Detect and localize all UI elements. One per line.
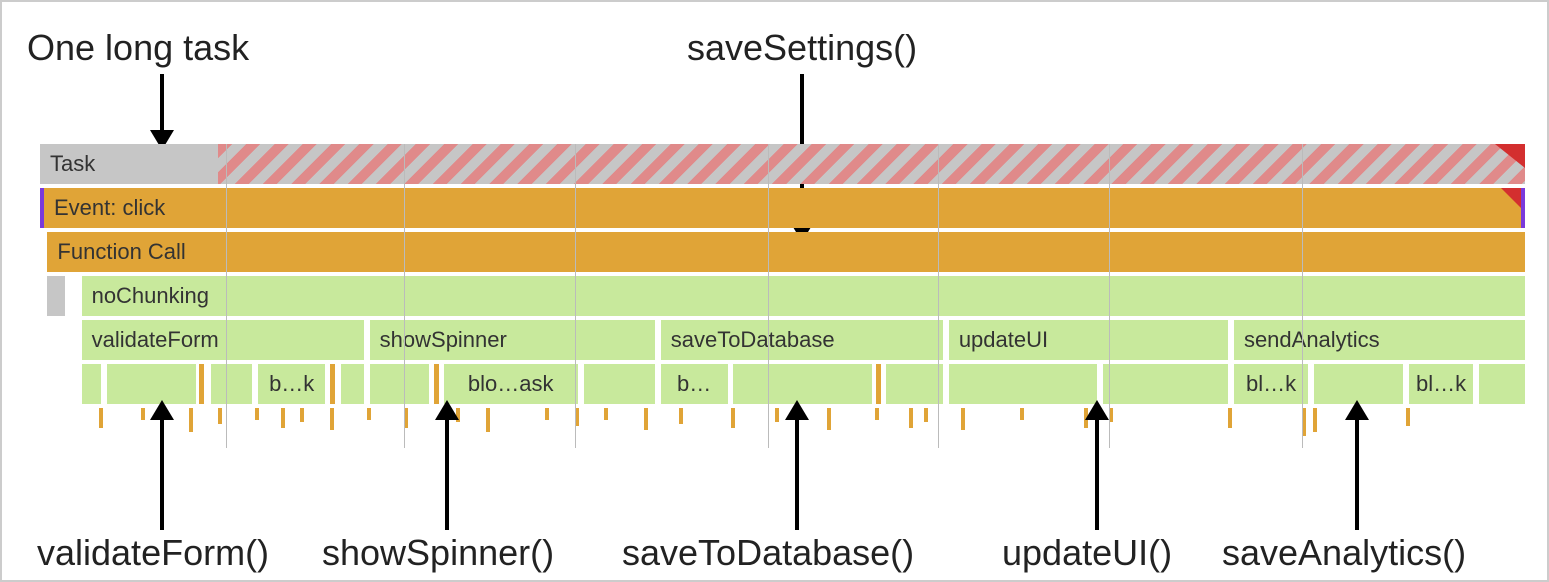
show-spinner-bar: showSpinner: [370, 320, 655, 360]
task-corner-marker: [1495, 144, 1525, 168]
diagram-canvas: One long task saveSettings() Task Ev: [2, 2, 1547, 580]
task-bar-gray: Task: [40, 144, 218, 184]
no-chunking-label: noChunking: [92, 283, 209, 309]
validate-form-bar: validateForm: [82, 320, 364, 360]
label-save-analytics: saveAnalytics(): [1222, 532, 1466, 574]
label-validate-form: validateForm(): [37, 532, 269, 574]
label-save-settings: saveSettings(): [687, 27, 917, 69]
event-label: Event: click: [54, 195, 165, 221]
arrow-validate-form: [142, 400, 182, 530]
block-b4: bl…k: [1234, 364, 1308, 404]
save-to-database-bar: saveToDatabase: [661, 320, 943, 360]
send-analytics-bar: sendAnalytics: [1234, 320, 1525, 360]
save-to-database-label: saveToDatabase: [671, 327, 835, 353]
arrow-save-to-database: [777, 400, 817, 530]
function-call-bar: Function Call: [47, 232, 1525, 272]
show-spinner-label: showSpinner: [380, 327, 507, 353]
arrow-save-analytics: [1337, 400, 1377, 530]
label-save-to-database: saveToDatabase(): [622, 532, 914, 574]
label-show-spinner: showSpinner(): [322, 532, 554, 574]
arrow-update-ui: [1077, 400, 1117, 530]
label-update-ui: updateUI(): [1002, 532, 1172, 574]
no-chunking-bar: noChunking: [82, 276, 1525, 316]
update-ui-label: updateUI: [959, 327, 1048, 353]
update-ui-bar: updateUI: [949, 320, 1228, 360]
block-b2: blo…ask: [444, 364, 578, 404]
event-corner-marker: [1501, 188, 1521, 208]
arrow-long-task: [142, 74, 182, 152]
send-analytics-label: sendAnalytics: [1244, 327, 1380, 353]
block-b5: bl…k: [1409, 364, 1473, 404]
arrow-show-spinner: [427, 400, 467, 530]
label-one-long-task: One long task: [27, 27, 249, 69]
validate-form-label: validateForm: [92, 327, 219, 353]
block-b1: b…k: [258, 364, 325, 404]
gray-sliver: [47, 276, 65, 316]
function-call-label: Function Call: [57, 239, 185, 265]
block-b3: b…: [661, 364, 728, 404]
task-label: Task: [50, 151, 95, 177]
task-bar-striped: [218, 144, 1525, 184]
